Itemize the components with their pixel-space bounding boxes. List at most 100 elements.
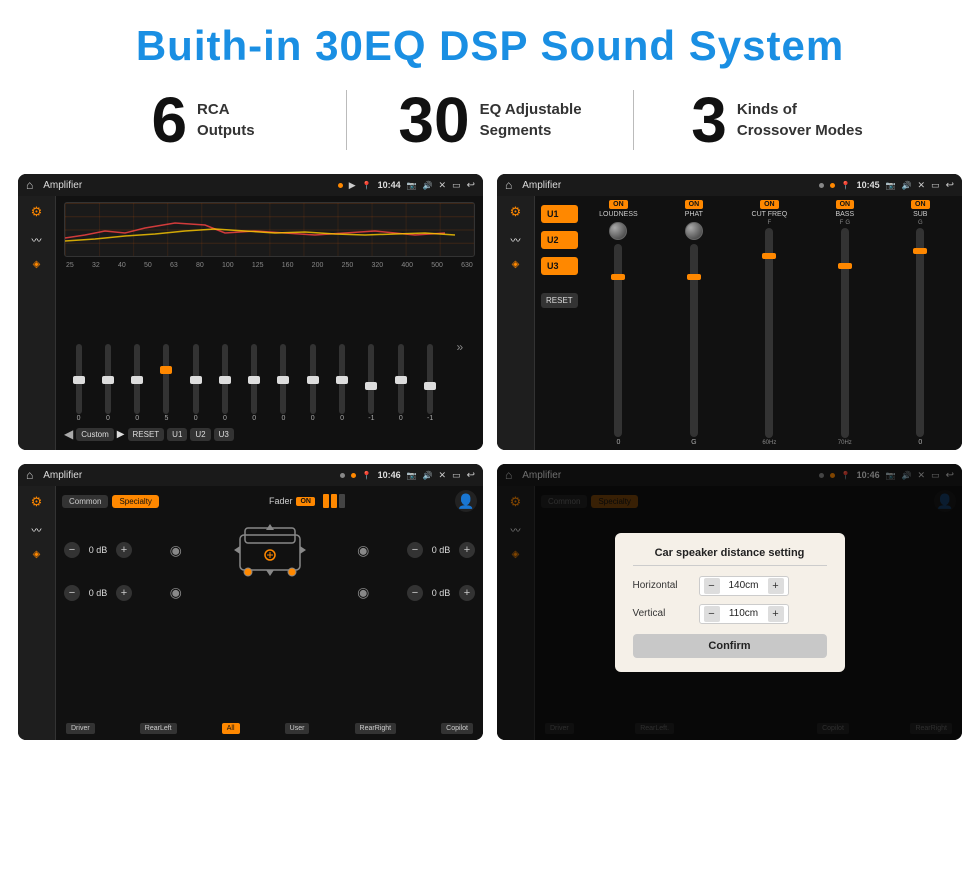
eq-toolbar-icon-3[interactable]: ◈ <box>33 259 41 270</box>
eq-toolbar-icon-1[interactable]: ⚙ <box>31 204 43 220</box>
freq-100: 100 <box>222 262 234 269</box>
all-btn[interactable]: All <box>222 723 240 734</box>
ch-slider-loudness[interactable] <box>614 244 622 437</box>
user-btn[interactable]: User <box>285 723 310 734</box>
crossover-toolbar-3[interactable]: ◈ <box>512 259 520 270</box>
fader-toolbar-3[interactable]: ◈ <box>33 549 41 560</box>
rl-vol: − 0 dB + <box>64 585 132 601</box>
ch-slider-bass[interactable] <box>841 228 849 438</box>
eq-u3-btn[interactable]: U3 <box>214 428 234 441</box>
ch-on-loudness[interactable]: ON <box>609 200 628 209</box>
eq-slider-2[interactable]: 0 <box>105 344 111 422</box>
confirm-button[interactable]: Confirm <box>633 634 827 658</box>
home-icon[interactable]: ⌂ <box>26 178 33 192</box>
common-tab[interactable]: Common <box>62 495 108 508</box>
ch-on-bass[interactable]: ON <box>836 200 855 209</box>
top-vol-row: − 0 dB + ◉ <box>64 520 475 580</box>
crossover-toolbar-2[interactable]: 〰 <box>511 232 521 247</box>
eq-slider-7[interactable]: 0 <box>251 344 257 422</box>
rect-icon-3: ▭ <box>452 470 461 481</box>
freq-63: 63 <box>170 262 178 269</box>
home-icon-2[interactable]: ⌂ <box>505 178 512 192</box>
camera-icon-1: 📷 <box>407 181 417 190</box>
play-icon-status: ▶ <box>349 180 356 191</box>
eq-expand-arrows[interactable]: » <box>457 340 464 354</box>
rearright-btn[interactable]: RearRight <box>355 723 397 734</box>
fr-minus[interactable]: − <box>407 542 423 558</box>
crossover-status-bar: ⌂ Amplifier 📍 10:45 📷 🔊 ✕ ▭ ↩ <box>497 174 962 196</box>
main-title: Buith-in 30EQ DSP Sound System <box>0 0 980 88</box>
eq-play-btn[interactable]: ▶ <box>117 429 125 440</box>
fader-toolbar-1[interactable]: ⚙ <box>31 494 43 510</box>
stat-number-30: 30 <box>398 88 469 152</box>
stats-row: 6 RCA Outputs 30 EQ Adjustable Segments … <box>0 88 980 174</box>
fader-label: Fader <box>269 496 293 506</box>
x-icon-3: ✕ <box>439 470 447 481</box>
dialog-overlay: Car speaker distance setting Horizontal … <box>497 464 962 740</box>
ch-on-cutfreq[interactable]: ON <box>760 200 779 209</box>
eq-slider-12[interactable]: 0 <box>398 344 404 422</box>
freq-200: 200 <box>312 262 324 269</box>
ch-on-phat[interactable]: ON <box>685 200 704 209</box>
eq-slider-11[interactable]: -1 <box>368 344 374 422</box>
x-icon-1: ✕ <box>439 180 447 191</box>
eq-slider-4[interactable]: 5 <box>163 344 169 422</box>
rearleft-btn[interactable]: RearLeft <box>140 723 177 734</box>
eq-custom-btn[interactable]: Custom <box>76 428 114 441</box>
ch-knob-2[interactable] <box>685 222 703 240</box>
home-icon-3[interactable]: ⌂ <box>26 468 33 482</box>
fader-title: Amplifier <box>43 470 333 481</box>
rl-minus[interactable]: − <box>64 585 80 601</box>
eq-screen-title: Amplifier <box>43 180 331 191</box>
freq-500: 500 <box>431 262 443 269</box>
fl-minus[interactable]: − <box>64 542 80 558</box>
fader-toolbar-2[interactable]: 〰 <box>32 522 42 537</box>
vertical-minus-btn[interactable]: − <box>704 606 720 622</box>
ch-on-sub[interactable]: ON <box>911 200 930 209</box>
ch-knob-1[interactable] <box>609 222 627 240</box>
eq-slider-1[interactable]: 0 <box>76 344 82 422</box>
eq-sliders-row: 0 0 0 5 0 <box>64 270 475 424</box>
dialog-title: Car speaker distance setting <box>633 547 827 566</box>
eq-u1-btn[interactable]: U1 <box>167 428 187 441</box>
fl-plus[interactable]: + <box>116 542 132 558</box>
back-icon-2[interactable]: ↩ <box>946 180 954 191</box>
ch-freq-cutfreq: 60Hz <box>762 440 776 446</box>
dialog-box: Car speaker distance setting Horizontal … <box>615 533 845 672</box>
eq-u2-btn[interactable]: U2 <box>190 428 210 441</box>
eq-slider-9[interactable]: 0 <box>310 344 316 422</box>
eq-slider-5[interactable]: 0 <box>193 344 199 422</box>
crossover-toolbar-1[interactable]: ⚙ <box>510 204 522 220</box>
eq-slider-10[interactable]: 0 <box>339 344 345 422</box>
eq-toolbar-icon-2[interactable]: 〰 <box>32 232 42 247</box>
freq-50: 50 <box>144 262 152 269</box>
u1-button[interactable]: U1 <box>541 205 578 223</box>
fr-plus[interactable]: + <box>459 542 475 558</box>
u2-button[interactable]: U2 <box>541 231 578 249</box>
ch-slider-phat[interactable] <box>690 244 698 437</box>
driver-btn[interactable]: Driver <box>66 723 95 734</box>
horizontal-plus-btn[interactable]: + <box>768 578 784 594</box>
u3-button[interactable]: U3 <box>541 257 578 275</box>
copilot-btn[interactable]: Copilot <box>441 723 473 734</box>
eq-slider-3[interactable]: 0 <box>134 344 140 422</box>
rr-minus[interactable]: − <box>407 585 423 601</box>
ch-val-sub: 0 <box>918 439 922 446</box>
ch-slider-sub[interactable] <box>916 228 924 437</box>
user-icon-fader[interactable]: 👤 <box>455 490 477 512</box>
vertical-plus-btn[interactable]: + <box>768 606 784 622</box>
back-icon-3[interactable]: ↩ <box>467 470 475 481</box>
eq-slider-13[interactable]: -1 <box>427 344 433 422</box>
ch-slider-cutfreq[interactable] <box>765 228 773 438</box>
back-icon-1[interactable]: ↩ <box>467 180 475 191</box>
eq-prev-arrow[interactable]: ◀ <box>64 427 73 441</box>
rr-plus[interactable]: + <box>459 585 475 601</box>
eq-slider-8[interactable]: 0 <box>280 344 286 422</box>
reset-button-x[interactable]: RESET <box>541 293 578 308</box>
horizontal-minus-btn[interactable]: − <box>704 578 720 594</box>
eq-slider-6[interactable]: 0 <box>222 344 228 422</box>
eq-reset-btn[interactable]: RESET <box>128 428 165 441</box>
on-toggle-fader[interactable]: ON <box>296 497 315 506</box>
specialty-tab[interactable]: Specialty <box>112 495 158 508</box>
rl-plus[interactable]: + <box>116 585 132 601</box>
